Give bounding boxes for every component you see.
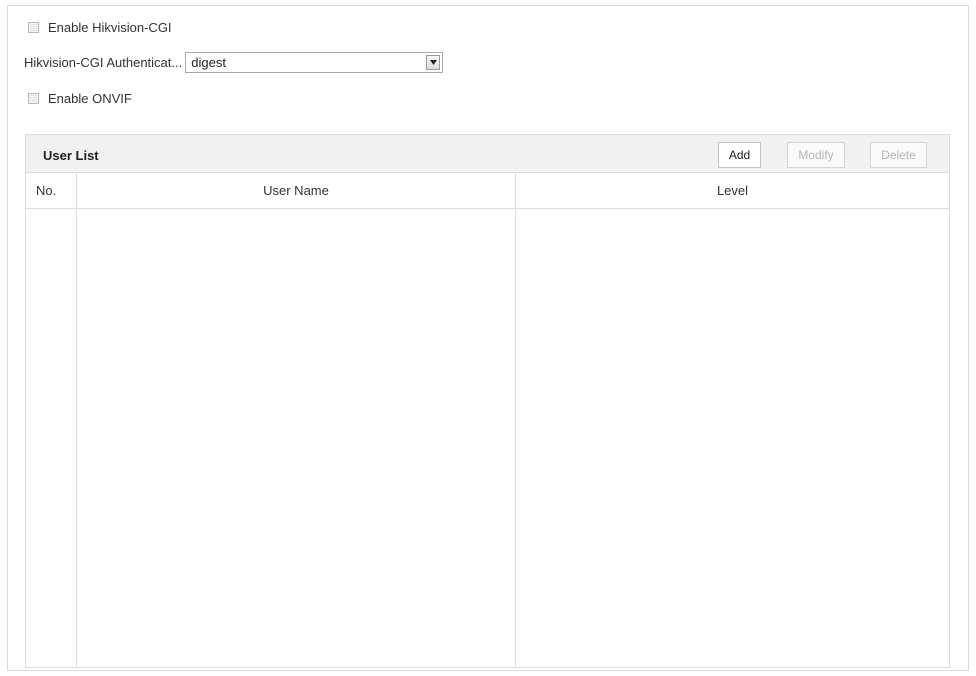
- enable-onvif-row: Enable ONVIF: [28, 91, 132, 106]
- user-list-header: User List Add Modify Delete: [26, 135, 949, 173]
- enable-cgi-label: Enable Hikvision-CGI: [48, 20, 172, 35]
- column-header-user-name[interactable]: User Name: [77, 173, 516, 208]
- cgi-auth-value: digest: [191, 55, 226, 70]
- user-list-table: User List Add Modify Delete No. User Nam…: [25, 134, 950, 668]
- enable-onvif-label: Enable ONVIF: [48, 91, 132, 106]
- enable-cgi-row: Enable Hikvision-CGI: [28, 20, 172, 35]
- enable-cgi-checkbox[interactable]: [28, 22, 39, 33]
- user-list-title: User List: [43, 148, 99, 163]
- column-header-no[interactable]: No.: [26, 173, 77, 208]
- enable-onvif-checkbox[interactable]: [28, 93, 39, 104]
- chevron-down-icon[interactable]: [426, 55, 441, 70]
- column-level-cells: [516, 210, 949, 667]
- cgi-auth-row: Hikvision-CGI Authenticat... digest: [24, 52, 444, 73]
- table-column-header: No. User Name Level: [26, 173, 949, 209]
- modify-user-button[interactable]: Modify: [787, 142, 845, 168]
- add-user-button[interactable]: Add: [718, 142, 761, 168]
- cgi-auth-label: Hikvision-CGI Authenticat...: [24, 55, 183, 70]
- table-body: [26, 210, 949, 667]
- column-no-cells: [26, 210, 77, 667]
- onvif-settings-panel: Enable Hikvision-CGI Hikvision-CGI Authe…: [7, 5, 969, 671]
- column-user-name-cells: [77, 210, 516, 667]
- cgi-auth-select[interactable]: digest: [185, 52, 444, 73]
- column-header-level[interactable]: Level: [516, 173, 949, 208]
- delete-user-button[interactable]: Delete: [870, 142, 927, 168]
